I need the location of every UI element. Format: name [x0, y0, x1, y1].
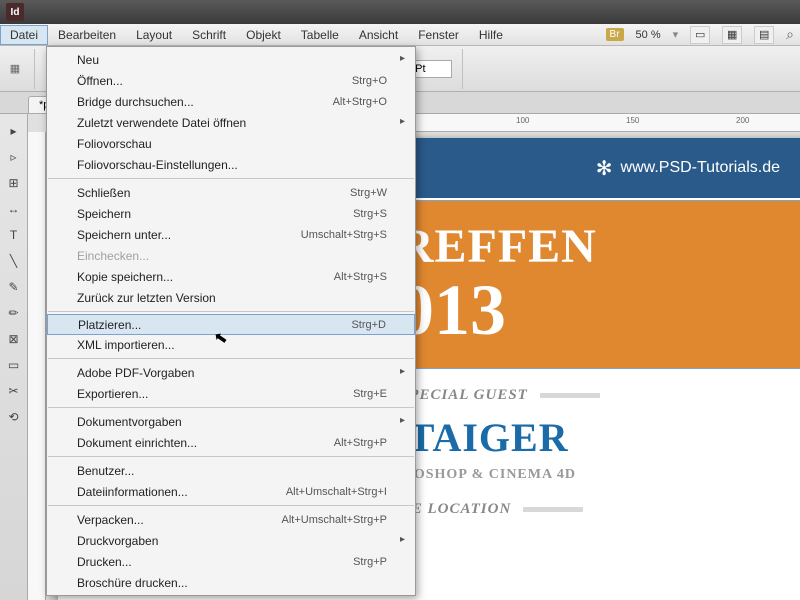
direct-select-tool-icon[interactable]: ▹ — [3, 146, 25, 168]
menu-item-shortcut: Alt+Umschalt+Strg+P — [282, 514, 387, 526]
menu-item-label: Zurück zur letzten Version — [77, 291, 387, 305]
menu-item[interactable]: Dateiinformationen...Alt+Umschalt+Strg+I — [47, 481, 415, 502]
menu-item[interactable]: Adobe PDF-Vorgaben — [47, 362, 415, 383]
view-mode-2-icon[interactable]: ▦ — [722, 26, 742, 44]
menu-item-shortcut: Alt+Strg+P — [334, 437, 387, 449]
menu-item[interactable]: Kopie speichern...Alt+Strg+S — [47, 266, 415, 287]
menu-item-label: Druckvorgaben — [77, 534, 387, 548]
transform-tool-icon[interactable]: ⟲ — [3, 406, 25, 428]
menu-item-label: Schließen — [77, 186, 350, 200]
menu-item-label: XML importieren... — [77, 338, 387, 352]
menu-layout[interactable]: Layout — [126, 25, 182, 45]
menu-item-shortcut: Strg+E — [353, 388, 387, 400]
menu-item[interactable]: Drucken...Strg+P — [47, 551, 415, 572]
menu-item-label: Öffnen... — [77, 74, 352, 88]
menu-ansicht[interactable]: Ansicht — [349, 25, 408, 45]
menu-item[interactable]: Benutzer... — [47, 460, 415, 481]
menu-item[interactable]: Foliovorschau — [47, 133, 415, 154]
menu-schrift[interactable]: Schrift — [182, 25, 236, 45]
menu-item-label: Dateiinformationen... — [77, 485, 286, 499]
menu-item[interactable]: Verpacken...Alt+Umschalt+Strg+P — [47, 509, 415, 530]
menu-item-shortcut: Umschalt+Strg+S — [301, 229, 387, 241]
pen-tool-icon[interactable]: ✎ — [3, 276, 25, 298]
doc-url: www.PSD-Tutorials.de — [621, 159, 780, 177]
menu-item-shortcut: Alt+Strg+S — [334, 271, 387, 283]
menu-item-label: Drucken... — [77, 555, 353, 569]
menu-item[interactable]: Bridge durchsuchen...Alt+Strg+O — [47, 91, 415, 112]
menu-objekt[interactable]: Objekt — [236, 25, 291, 45]
menu-item[interactable]: Speichern unter...Umschalt+Strg+S — [47, 224, 415, 245]
menu-item-label: Foliovorschau-Einstellungen... — [77, 158, 387, 172]
page-tool-icon[interactable]: ⊞ — [3, 172, 25, 194]
zoom-level[interactable]: 50 % — [630, 29, 667, 41]
titlebar: Id — [0, 0, 800, 24]
menu-fenster[interactable]: Fenster — [408, 25, 469, 45]
menu-item-label: Verpacken... — [77, 513, 282, 527]
menu-item: Einchecken... — [47, 245, 415, 266]
menu-item[interactable]: Dokumentvorgaben — [47, 411, 415, 432]
bridge-badge-icon[interactable]: Br — [606, 28, 624, 41]
qr-icon[interactable]: ▦ — [6, 60, 24, 78]
menu-item-label: Broschüre drucken... — [77, 576, 387, 590]
menu-item[interactable]: Zurück zur letzten Version — [47, 287, 415, 308]
view-mode-3-icon[interactable]: ▤ — [754, 26, 774, 44]
menu-item-label: Speichern — [77, 207, 353, 221]
menu-item-label: Einchecken... — [77, 249, 387, 263]
scissors-tool-icon[interactable]: ✂ — [3, 380, 25, 402]
menu-item[interactable]: SpeichernStrg+S — [47, 203, 415, 224]
menu-item[interactable]: XML importieren... — [47, 334, 415, 355]
rectangle-tool-icon[interactable]: ▭ — [3, 354, 25, 376]
butterfly-icon: ✻ — [596, 156, 613, 181]
menu-bearbeiten[interactable]: Bearbeiten — [48, 25, 126, 45]
menu-item-label: Adobe PDF-Vorgaben — [77, 366, 387, 380]
menu-item[interactable]: Platzieren...Strg+D — [47, 314, 415, 335]
menu-item-shortcut: Strg+D — [351, 319, 386, 331]
menu-item-shortcut: Strg+W — [350, 187, 387, 199]
tool-panel: ▸ ▹ ⊞ ↔ T ╲ ✎ ✏ ⊠ ▭ ✂ ⟲ — [0, 114, 28, 600]
menu-hilfe[interactable]: Hilfe — [469, 25, 513, 45]
menu-item-label: Exportieren... — [77, 387, 353, 401]
menu-item-label: Dokument einrichten... — [77, 436, 334, 450]
menu-item-label: Foliovorschau — [77, 137, 387, 151]
menu-item[interactable]: Exportieren...Strg+E — [47, 383, 415, 404]
menu-item[interactable]: Druckvorgaben — [47, 530, 415, 551]
menu-item-label: Speichern unter... — [77, 228, 301, 242]
menubar: Datei Bearbeiten Layout Schrift Objekt T… — [0, 24, 800, 46]
frame-tool-icon[interactable]: ⊠ — [3, 328, 25, 350]
menu-item-shortcut: Strg+P — [353, 556, 387, 568]
view-mode-1-icon[interactable]: ▭ — [690, 26, 710, 44]
menu-item-label: Bridge durchsuchen... — [77, 95, 333, 109]
menu-item[interactable]: Dokument einrichten...Alt+Strg+P — [47, 432, 415, 453]
menu-item[interactable]: Zuletzt verwendete Datei öffnen — [47, 112, 415, 133]
ruler-vertical — [28, 132, 46, 600]
menu-item[interactable]: Öffnen...Strg+O — [47, 70, 415, 91]
menu-item[interactable]: Foliovorschau-Einstellungen... — [47, 154, 415, 175]
menu-item[interactable]: Broschüre drucken... — [47, 572, 415, 593]
app-icon: Id — [6, 3, 24, 21]
menu-item-label: Benutzer... — [77, 464, 387, 478]
menu-item[interactable]: Neu — [47, 49, 415, 70]
menu-datei[interactable]: Datei — [0, 25, 48, 45]
file-menu-dropdown: NeuÖffnen...Strg+OBridge durchsuchen...A… — [46, 46, 416, 596]
menu-item-shortcut: Alt+Umschalt+Strg+I — [286, 486, 387, 498]
line-tool-icon[interactable]: ╲ — [3, 250, 25, 272]
menu-item-label: Kopie speichern... — [77, 270, 334, 284]
selection-tool-icon[interactable]: ▸ — [3, 120, 25, 142]
menu-item-shortcut: Strg+S — [353, 208, 387, 220]
menu-tabelle[interactable]: Tabelle — [291, 25, 349, 45]
pencil-tool-icon[interactable]: ✏ — [3, 302, 25, 324]
gap-tool-icon[interactable]: ↔ — [3, 198, 25, 220]
menu-item-shortcut: Strg+O — [352, 75, 387, 87]
menu-item-label: Zuletzt verwendete Datei öffnen — [77, 116, 387, 130]
menu-item-shortcut: Alt+Strg+O — [333, 96, 387, 108]
search-icon[interactable]: ⌕ — [780, 26, 800, 43]
menu-item[interactable]: SchließenStrg+W — [47, 182, 415, 203]
menu-item-label: Neu — [77, 53, 387, 67]
type-tool-icon[interactable]: T — [3, 224, 25, 246]
menu-item-label: Dokumentvorgaben — [77, 415, 387, 429]
